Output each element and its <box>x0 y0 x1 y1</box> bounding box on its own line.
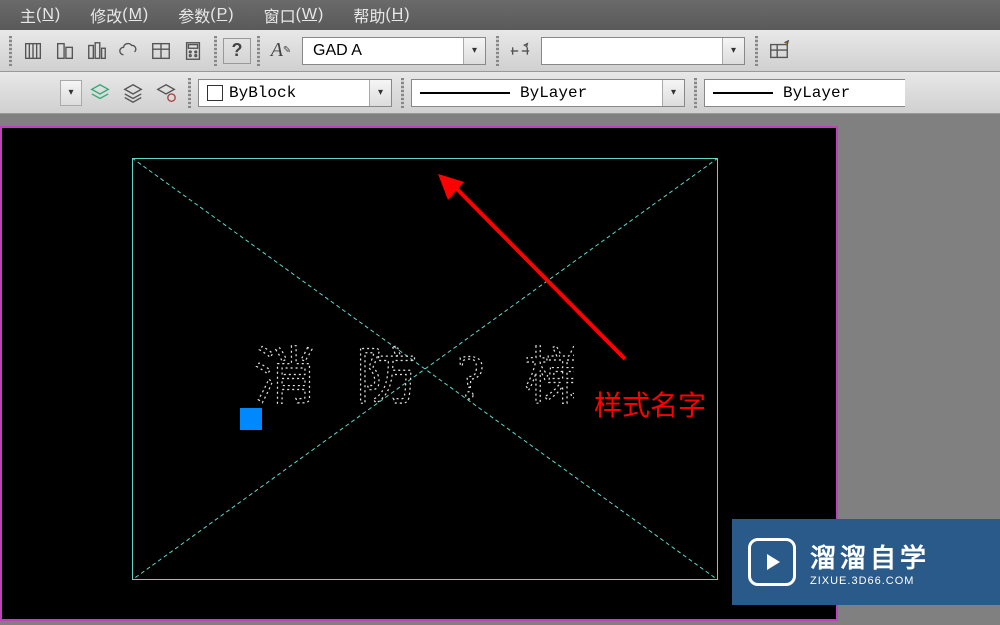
chevron-down-icon-4[interactable]: ▾ <box>369 80 391 106</box>
menu-param[interactable]: 参数(P) <box>178 3 233 27</box>
menu-main[interactable]: 主(N) <box>20 3 60 27</box>
tool-layer1-icon[interactable] <box>85 78 115 108</box>
tool-textstyle-icon[interactable]: A✎ <box>266 36 296 66</box>
style-name-value: GAD A <box>303 42 463 60</box>
toolbar-grip-3[interactable] <box>188 78 191 108</box>
tool-building2-icon[interactable] <box>50 36 80 66</box>
watermark: 溜溜自学 ZIXUE.3D66.COM <box>732 519 1000 605</box>
linetype-value: ByLayer <box>520 84 587 102</box>
selection-grip[interactable] <box>240 408 262 430</box>
watermark-subtitle: ZIXUE.3D66.COM <box>810 575 930 587</box>
toolbar-sep-4 <box>401 78 404 108</box>
chevron-down-icon-5[interactable]: ▾ <box>662 80 684 106</box>
watermark-title: 溜溜自学 <box>810 538 930 575</box>
tool-help-icon[interactable]: ? <box>223 38 251 64</box>
canvas-container: 消 防 ? 梯 样式名字 溜溜自学 ZIXUE.3D66.COM <box>0 114 1000 625</box>
toolbar-annotation: ? A✎ GAD A ▾ ▾ <box>0 30 1000 72</box>
menu-help[interactable]: 帮助(H) <box>353 3 409 27</box>
toolbar-grip[interactable] <box>9 36 12 66</box>
svg-text:消 防 ? 梯: 消 防 ? 梯 <box>254 344 574 412</box>
toolbar-sep-5 <box>694 78 697 108</box>
color-dropdown[interactable]: ByBlock ▾ <box>198 79 392 107</box>
lineweight-value: ByLayer <box>783 84 850 102</box>
menubar: 主(N) 修改(M) 参数(P) 窗口(W) 帮助(H) <box>0 0 1000 30</box>
toolbar-properties: ▾ ByBlock ▾ ByLayer ▾ ByLayer <box>0 72 1000 114</box>
toolbar-sep-2 <box>496 36 499 66</box>
tool-cloud-icon[interactable] <box>114 36 144 66</box>
color-value: ByBlock <box>229 84 296 102</box>
chevron-down-icon[interactable]: ▾ <box>463 38 485 64</box>
toolbar-sep-3 <box>755 36 758 66</box>
chevron-down-icon-2[interactable]: ▾ <box>722 38 744 64</box>
tool-dimstyle-icon[interactable] <box>505 36 535 66</box>
color-swatch <box>207 85 223 101</box>
toolbar-sep-1 <box>214 36 217 66</box>
play-icon <box>748 538 796 586</box>
menu-window[interactable]: 窗口(W) <box>264 3 324 27</box>
cad-text-object[interactable]: 消 防 ? 梯 <box>254 343 574 413</box>
toolbar-grip-2[interactable] <box>257 36 260 66</box>
annotation-label: 样式名字 <box>594 384 706 424</box>
drawing-canvas[interactable]: 消 防 ? 梯 <box>0 126 838 621</box>
menu-modify[interactable]: 修改(M) <box>90 3 148 27</box>
tool-spreadsheet-icon[interactable] <box>146 36 176 66</box>
style-name-dropdown[interactable]: GAD A ▾ <box>302 37 486 65</box>
tool-building3-icon[interactable] <box>82 36 112 66</box>
dim-style-dropdown[interactable]: ▾ <box>541 37 745 65</box>
tool-layer3-icon[interactable] <box>151 78 181 108</box>
lineweight-dropdown[interactable]: ByLayer <box>704 79 905 107</box>
tool-layer2-icon[interactable] <box>118 78 148 108</box>
tool-building1-icon[interactable] <box>18 36 48 66</box>
tool-calc-icon[interactable] <box>178 36 208 66</box>
linetype-dropdown[interactable]: ByLayer ▾ <box>411 79 685 107</box>
line-sample-2 <box>713 92 773 94</box>
tool-table-icon[interactable] <box>764 36 794 66</box>
chevron-down-icon-3[interactable]: ▾ <box>60 80 82 106</box>
line-sample <box>420 92 510 94</box>
